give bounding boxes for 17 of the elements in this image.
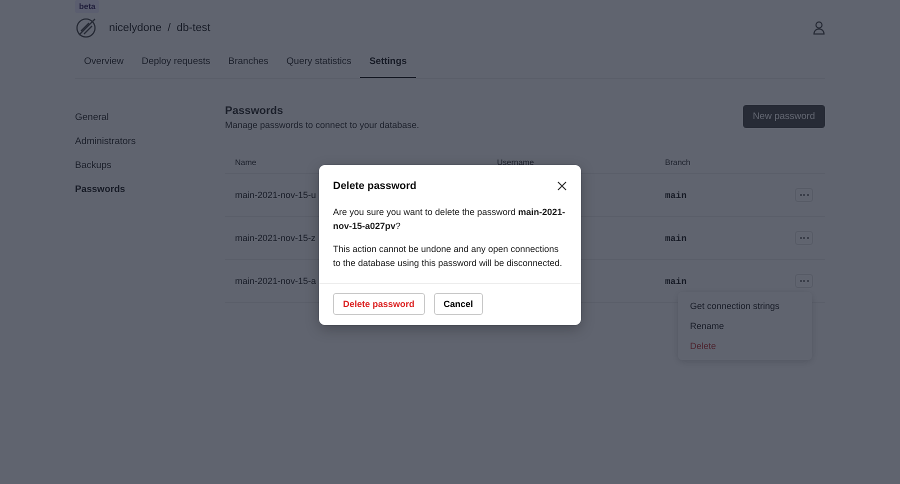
section-title: Passwords	[225, 105, 284, 117]
password-name: main-2021-nov-15-z	[235, 233, 316, 243]
branch-name: main	[665, 276, 687, 286]
close-icon[interactable]	[557, 181, 567, 191]
branch-name: main	[665, 234, 687, 244]
password-name: main-2021-nov-15-a	[235, 276, 316, 286]
database-name[interactable]: db-test	[176, 22, 210, 34]
org-name[interactable]: nicelydone	[109, 22, 162, 34]
delete-password-button[interactable]: Delete password	[333, 293, 425, 315]
branch-name: main	[665, 190, 687, 200]
section-subtitle: Manage passwords to connect to your database.	[225, 120, 420, 130]
password-name: main-2021-nov-15-u	[235, 190, 316, 200]
dialog-warning: This action cannot be undone and any open connections to the database using this password will be disconnected.	[333, 243, 564, 270]
cancel-button[interactable]: Cancel	[434, 293, 484, 315]
dialog-title: Delete password	[333, 180, 416, 192]
dialog-message: Are you sure you want to delete the password main-2021-nov-15-a027pv?	[333, 206, 566, 233]
breadcrumb-separator: /	[168, 22, 171, 34]
